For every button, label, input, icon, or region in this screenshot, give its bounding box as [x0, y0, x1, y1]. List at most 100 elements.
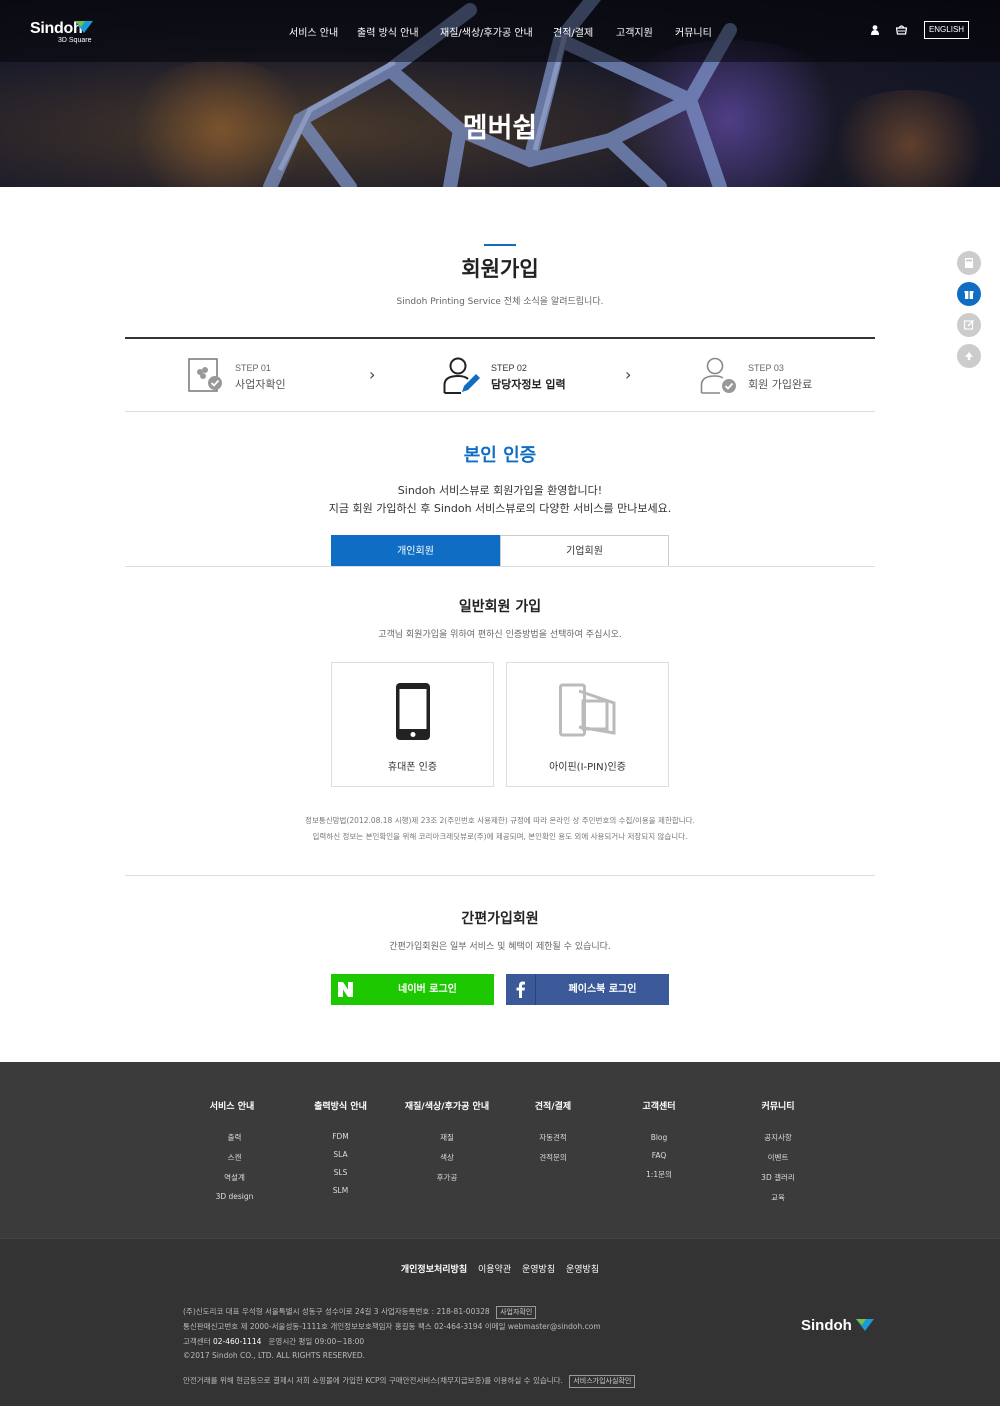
business-hours: 운영시간 평일 09:00~18:00 — [268, 1337, 365, 1346]
footer-link[interactable]: 색상 — [403, 1152, 491, 1163]
escrow-text: 안전거래를 위해 현금등으로 결제시 저희 쇼핑몰에 가입한 KCP의 구매안전… — [183, 1376, 563, 1385]
nav-support[interactable]: 고객지원 — [616, 24, 653, 39]
ipin-auth-button[interactable]: 아이핀(I-PIN)인증 — [506, 662, 669, 787]
footer-link[interactable]: 출력 — [212, 1132, 257, 1143]
footer-link[interactable]: 이벤트 — [760, 1152, 796, 1163]
nav-material[interactable]: 재질/색상/후가공 안내 — [440, 24, 533, 39]
naver-login-label: 네이버 로그인 — [398, 984, 457, 995]
arrow-up-icon — [965, 352, 973, 360]
footer-col-title: 재질/색상/후가공 안내 — [404, 1102, 490, 1112]
tab-business[interactable]: 기업회원 — [500, 535, 669, 567]
footer-col-material: 재질/색상/후가공 안내 재질 색상 후가공 — [403, 1099, 491, 1183]
footer-link[interactable]: SLM — [313, 1186, 368, 1195]
footer-policy-links: 개인정보처리방침 이용약관 운영방침 운영방침 — [0, 1262, 1000, 1275]
english-button[interactable]: ENGLISH — [924, 21, 969, 39]
ipin-auth-label: 아이핀(I-PIN)인증 — [549, 762, 626, 773]
facebook-icon — [516, 981, 525, 998]
signup-steps: STEP 01 사업자확인 › STEP 02 담당자정보 입력 › STEP … — [125, 337, 875, 412]
step-1-number: STEP 01 — [235, 363, 271, 373]
footer-link[interactable]: 3D design — [212, 1192, 257, 1201]
general-signup-subtitle: 고객님 회원가입을 위하여 편하신 인증방법을 선택하여 주십시오. — [378, 630, 622, 640]
divider — [125, 566, 875, 567]
page-subtitle: Sindoh Printing Service 전체 소식을 알려드립니다. — [396, 297, 604, 307]
footer-logo: Sindoh — [801, 1315, 874, 1334]
footer-col-quote: 견적/결제 자동견적 견적문의 — [534, 1099, 572, 1163]
footer-link[interactable]: 후가공 — [403, 1172, 491, 1183]
logo-mark-icon — [75, 21, 93, 33]
phone-auth-button[interactable]: 휴대폰 인증 — [331, 662, 494, 787]
naver-icon — [338, 982, 353, 997]
footer-link[interactable]: 1:1문의 — [641, 1169, 677, 1180]
user-edit-icon — [443, 357, 480, 394]
nav-service[interactable]: 서비스 안내 — [289, 24, 338, 39]
logo-subtext: 3D Square — [58, 37, 92, 44]
sindoh-logo[interactable]: Sindoh 3D Square — [30, 18, 93, 44]
general-signup-title: 일반회원 가입 — [458, 599, 542, 615]
edit-icon — [963, 319, 975, 330]
nav-quote[interactable]: 견적/결제 — [553, 24, 593, 39]
business-check-icon — [188, 358, 222, 392]
scroll-top-button[interactable] — [957, 344, 981, 368]
footer-link[interactable]: 견적문의 — [534, 1152, 572, 1163]
welcome-line-1: Sindoh 서비스뷰로 회원가입을 환영합니다! — [397, 484, 603, 497]
footer-link[interactable]: 자동견적 — [534, 1132, 572, 1143]
footer-col-title: 커뮤니티 — [761, 1102, 795, 1112]
footer-logo-text: Sindoh — [801, 1317, 852, 1334]
facebook-login-label: 페이스북 로그인 — [568, 984, 637, 995]
customer-center-line: 고객센터 02-460-1114 운영시간 평일 09:00~18:00 — [183, 1336, 364, 1347]
privacy-policy-link[interactable]: 개인정보처리방침 — [401, 1265, 467, 1275]
terms-link[interactable]: 이용약관 — [478, 1265, 511, 1275]
footer-col-title: 서비스 안내 — [209, 1102, 255, 1112]
company-info-text: (주)신도리코 대표 우석형 서울특별시 성동구 성수이로 24길 3 사업자등… — [183, 1307, 490, 1316]
ipin-icon — [559, 683, 616, 737]
member-type-tabs: 개인회원 기업회원 — [331, 535, 669, 567]
top-navigation-bar: Sindoh 3D Square 서비스 안내 출력 방식 안내 재질/색상/후… — [0, 0, 1000, 62]
cart-icon[interactable] — [896, 25, 907, 35]
footer-info: 개인정보처리방침 이용약관 운영방침 운영방침 (주)신도리코 대표 우석형 서… — [0, 1238, 1000, 1406]
verify-title: 본인 인증 — [463, 445, 537, 466]
naver-login-button[interactable]: 네이버 로그인 — [331, 974, 494, 1005]
user-icon[interactable] — [871, 25, 879, 35]
privacy-notice-1: 정보통신망법(2012.08.18 시행)제 23조 2(주민번호 사용제한) … — [305, 816, 695, 825]
footer-col-print-method: 출력방식 안내 FDM SLA SLS SLM — [313, 1099, 368, 1195]
footer-col-title: 고객센터 — [642, 1102, 676, 1112]
footer-link[interactable]: 3D 갤러리 — [760, 1172, 796, 1183]
divider — [125, 875, 875, 876]
step-1-label: 사업자확인 — [235, 378, 286, 391]
step-3-label: 회원 가입완료 — [748, 378, 813, 391]
footer-link[interactable]: SLS — [313, 1168, 368, 1177]
easy-signup-title: 간편가입회원 — [461, 911, 539, 927]
edit-button[interactable] — [957, 313, 981, 337]
nav-print-method[interactable]: 출력 방식 안내 — [357, 24, 419, 39]
operation-policy-link[interactable]: 운영방침 — [522, 1265, 555, 1275]
step-2-number: STEP 02 — [491, 363, 527, 373]
hero-title: 멤버쉽 — [462, 113, 538, 144]
footer-link[interactable]: 스캔 — [212, 1152, 257, 1163]
footer-link[interactable]: 공지사항 — [760, 1132, 796, 1143]
facebook-login-button[interactable]: 페이스북 로그인 — [506, 974, 669, 1005]
footer-col-community: 커뮤니티 공지사항 이벤트 3D 갤러리 교육 — [760, 1099, 796, 1203]
company-info-line: 통신판매신고번호 제 2000-서울성동-1111호 개인정보보호책임자 홍길동… — [183, 1322, 601, 1331]
footer-link[interactable]: FDM — [313, 1132, 368, 1141]
escrow-line: 안전거래를 위해 현금등으로 결제시 저희 쇼핑몰에 가입한 KCP의 구매안전… — [183, 1375, 636, 1388]
tab-personal[interactable]: 개인회원 — [331, 535, 500, 567]
logo-mark-icon — [856, 1319, 874, 1331]
footer-link[interactable]: SLA — [313, 1150, 368, 1159]
footer-link[interactable]: Blog — [641, 1133, 677, 1142]
footer-link[interactable]: 재질 — [403, 1132, 491, 1143]
footer-sitemap: 서비스 안내 출력 스캔 역설계 3D design 출력방식 안내 FDM S… — [0, 1062, 1000, 1238]
business-check-button[interactable]: 사업자확인 — [496, 1306, 537, 1319]
easy-signup-subtitle: 간편가입회원은 일부 서비스 및 혜택이 제한될 수 있습니다. — [389, 942, 611, 952]
footer-link[interactable]: FAQ — [641, 1151, 677, 1160]
title-accent-bar — [484, 244, 516, 246]
operation-policy-link[interactable]: 운영방침 — [566, 1265, 599, 1275]
footer-link[interactable]: 역설계 — [212, 1172, 257, 1183]
page-title: 회원가입 — [461, 257, 539, 281]
nav-community[interactable]: 커뮤니티 — [675, 24, 712, 39]
escrow-check-button[interactable]: 서비스가입사실확인 — [569, 1375, 636, 1388]
footer-link[interactable]: 교육 — [760, 1192, 796, 1203]
footer-col-support: 고객센터 Blog FAQ 1:1문의 — [641, 1099, 677, 1180]
footer-col-title: 출력방식 안내 — [314, 1102, 367, 1112]
chevron-right-icon: › — [625, 365, 632, 384]
phone-auth-label: 휴대폰 인증 — [387, 762, 438, 773]
